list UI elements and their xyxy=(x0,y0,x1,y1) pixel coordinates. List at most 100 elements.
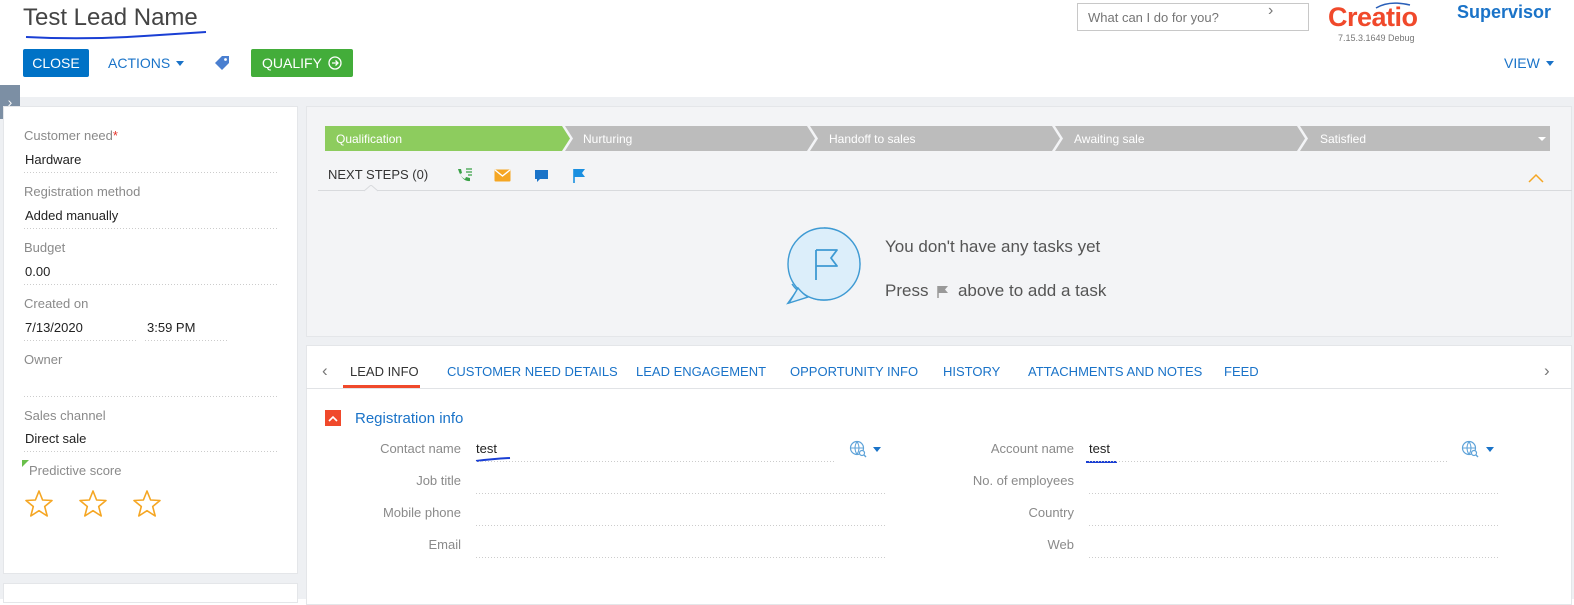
stage-satisfied[interactable]: Satisfied xyxy=(1320,132,1366,146)
star-icon[interactable] xyxy=(78,489,108,519)
chevron-down-icon xyxy=(1545,60,1554,66)
qualify-button[interactable]: QUALIFY xyxy=(251,49,353,77)
close-button[interactable]: CLOSE xyxy=(23,49,89,77)
predictive-score-label: Predictive score xyxy=(29,463,122,478)
flag-icon[interactable] xyxy=(572,168,587,184)
field-underline xyxy=(24,172,277,173)
web-label: Web xyxy=(1047,537,1075,552)
contact-lookup-button[interactable] xyxy=(849,440,869,458)
chevron-right-icon[interactable]: › xyxy=(1544,361,1550,381)
stage-awaiting-sale[interactable]: Awaiting sale xyxy=(1074,132,1145,146)
chevron-down-icon xyxy=(176,60,185,66)
tab-opportunity-info[interactable]: OPPORTUNITY INFO xyxy=(790,364,918,379)
hint-press: Press xyxy=(885,281,929,300)
chevron-down-icon[interactable] xyxy=(1486,447,1494,452)
actions-button[interactable]: ACTIONS xyxy=(108,49,185,77)
command-search-input[interactable] xyxy=(1077,3,1309,31)
tab-lead-info[interactable]: LEAD INFO xyxy=(350,364,419,379)
tag-icon[interactable] xyxy=(214,55,230,71)
account-name-value[interactable]: test xyxy=(1089,441,1110,456)
empty-state-hint: Press above to add a task xyxy=(885,281,1106,301)
page-header: Test Lead Name CLOSE ACTIONS QUALIFY › C… xyxy=(0,0,1574,97)
budget-label: Budget xyxy=(24,240,66,255)
globe-search-icon xyxy=(849,440,867,458)
tab-feed[interactable]: FEED xyxy=(1224,364,1259,379)
view-button[interactable]: VIEW xyxy=(1504,55,1554,71)
page-title: Test Lead Name xyxy=(23,4,198,31)
field-underline xyxy=(1089,557,1499,558)
stage-handoff-to-sales[interactable]: Handoff to sales xyxy=(829,132,916,146)
version-label: 7.15.3.1649 Debug xyxy=(1338,33,1415,43)
field-underline xyxy=(24,340,138,341)
actions-label: ACTIONS xyxy=(108,55,171,71)
chevron-up-icon[interactable] xyxy=(1528,173,1544,183)
user-profile-link[interactable]: Supervisor xyxy=(1457,2,1551,23)
owner-label: Owner xyxy=(24,352,63,367)
chat-icon[interactable] xyxy=(534,169,549,184)
empty-state-message: You don't have any tasks yet xyxy=(885,237,1101,256)
field-underline xyxy=(476,525,887,526)
star-icon[interactable] xyxy=(24,489,54,519)
next-steps-tab[interactable]: NEXT STEPS (0) xyxy=(328,167,428,182)
customer-need-label: Customer need* xyxy=(24,128,118,143)
secondary-panel xyxy=(3,583,298,603)
stage-nurturing[interactable]: Nurturing xyxy=(583,132,632,146)
chevron-right-icon[interactable]: › xyxy=(1268,2,1273,20)
annotation-underline xyxy=(475,457,511,462)
empty-tasks-illustration xyxy=(786,227,861,305)
label-text: Customer need xyxy=(24,128,113,143)
registration-method-label: Registration method xyxy=(24,184,141,199)
sales-channel-label: Sales channel xyxy=(24,408,106,423)
tab-pointer xyxy=(364,185,378,192)
collapse-section-button[interactable] xyxy=(325,410,341,426)
divider xyxy=(306,388,1572,389)
stage-qualification[interactable]: Qualification xyxy=(336,132,402,146)
logo-swoosh-icon xyxy=(1375,2,1411,9)
email-label: Email xyxy=(428,537,461,552)
email-icon[interactable] xyxy=(494,169,511,182)
account-lookup-button[interactable] xyxy=(1461,440,1481,458)
budget-value[interactable]: 0.00 xyxy=(25,264,50,279)
created-on-time[interactable]: 3:59 PM xyxy=(147,320,195,335)
created-on-date[interactable]: 7/13/2020 xyxy=(25,320,83,335)
created-on-label: Created on xyxy=(24,296,89,311)
chevron-down-icon[interactable] xyxy=(873,447,881,452)
stage-progress-bar xyxy=(325,126,1550,151)
globe-search-icon xyxy=(1461,440,1479,458)
contact-name-label: Contact name xyxy=(380,441,461,456)
hint-rest: above to add a task xyxy=(957,281,1107,300)
tab-lead-engagement[interactable]: LEAD ENGAGEMENT xyxy=(636,364,766,379)
field-underline xyxy=(24,396,277,397)
field-underline xyxy=(24,228,277,229)
call-icon[interactable] xyxy=(455,167,473,185)
tab-attachments-and-notes[interactable]: ATTACHMENTS AND NOTES xyxy=(1028,364,1202,379)
annotation-underline xyxy=(25,31,207,40)
field-underline xyxy=(145,340,227,341)
sales-channel-value[interactable]: Direct sale xyxy=(25,431,86,446)
field-underline xyxy=(24,284,277,285)
contact-name-value[interactable]: test xyxy=(476,441,497,456)
field-underline xyxy=(1089,493,1499,494)
corner-marker-icon xyxy=(22,460,29,467)
customer-need-value[interactable]: Hardware xyxy=(25,152,81,167)
account-name-label: Account name xyxy=(990,441,1074,456)
tab-history[interactable]: HISTORY xyxy=(943,364,1000,379)
field-underline xyxy=(476,557,887,558)
star-icon[interactable] xyxy=(132,489,162,519)
section-title[interactable]: Registration info xyxy=(355,410,463,427)
divider xyxy=(318,190,1572,191)
chevron-up-icon xyxy=(328,415,338,422)
field-underline xyxy=(476,493,887,494)
field-underline xyxy=(1089,461,1449,462)
field-underline xyxy=(1089,525,1499,526)
no-of-employees-label: No. of employees xyxy=(972,473,1074,488)
tab-customer-need-details[interactable]: CUSTOMER NEED DETAILS xyxy=(447,364,618,379)
required-marker: * xyxy=(112,128,118,143)
qualify-label: QUALIFY xyxy=(262,55,322,71)
arrow-circle-right-icon xyxy=(328,56,342,70)
view-label: VIEW xyxy=(1504,55,1540,71)
registration-method-value[interactable]: Added manually xyxy=(25,208,118,223)
flag-icon xyxy=(937,285,949,298)
chevron-left-icon[interactable]: ‹ xyxy=(322,361,328,381)
job-title-label: Job title xyxy=(416,473,461,488)
